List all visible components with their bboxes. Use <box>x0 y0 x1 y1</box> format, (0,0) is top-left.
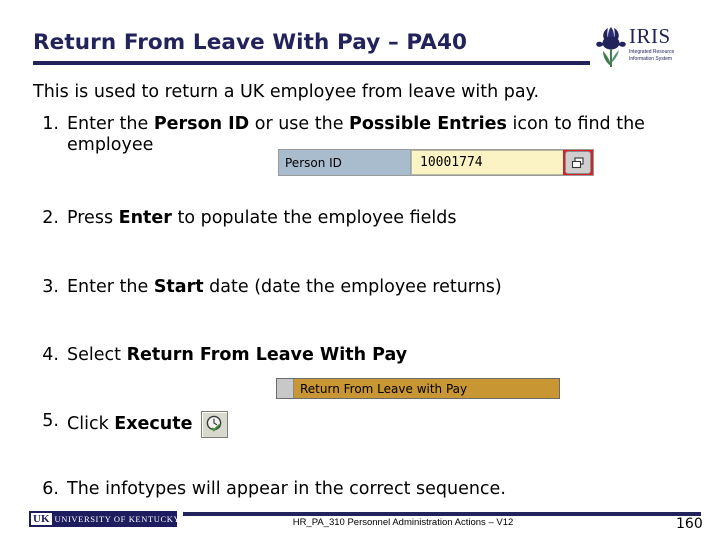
step-text: Enter the Start date (date the employee … <box>67 277 502 297</box>
person-id-label: Person ID <box>279 150 411 175</box>
step-number: 5. <box>42 411 59 431</box>
possible-entries-button[interactable] <box>563 150 593 175</box>
step-item-3: 3. Enter the Start date (date the employ… <box>33 277 653 298</box>
clock-check-execute-icon <box>207 415 222 432</box>
step-number: 3. <box>42 277 59 297</box>
intro-text: This is used to return a UK employee fro… <box>33 82 540 102</box>
iris-tagline-line1: Integrated Resource <box>629 49 675 55</box>
uk-wordmark: UNIVERSITY OF KENTUCKY <box>54 514 178 524</box>
person-id-input[interactable]: 10001774 <box>411 150 563 175</box>
execute-button[interactable] <box>201 411 229 438</box>
step-item-2: 2. Press Enter to populate the employee … <box>33 208 653 229</box>
university-of-kentucky-logo: UK UNIVERSITY OF KENTUCKY <box>29 511 177 527</box>
step-text: The infotypes will appear in the correct… <box>67 479 506 499</box>
step-text: Select Return From Leave With Pay <box>67 345 408 365</box>
step-number: 6. <box>42 479 59 499</box>
iris-flower-icon <box>596 27 626 67</box>
step-text: Click Execute <box>67 414 193 434</box>
step-text-with-icon: Click Execute <box>67 411 653 438</box>
page-title: Return From Leave With Pay – PA40 <box>33 30 468 55</box>
step-item-5: 5. Click Execute <box>33 411 653 438</box>
row-selector-cell[interactable] <box>277 379 294 398</box>
footer-course-title: HR_PA_310 Personnel Administration Actio… <box>292 517 514 528</box>
step-number: 1. <box>42 114 59 134</box>
iris-logo: IRIS Integrated Resource Information Sys… <box>592 22 684 70</box>
iris-tagline-line2: Information System <box>629 56 672 62</box>
person-id-field-screenshot: Person ID 10001774 <box>278 149 594 176</box>
step-item-6: 6. The infotypes will appear in the corr… <box>33 479 673 500</box>
footer-divider <box>183 512 701 516</box>
step-text: Press Enter to populate the employee fie… <box>67 208 457 228</box>
step-number: 2. <box>42 208 59 228</box>
svg-text:IRIS: IRIS <box>629 24 671 48</box>
possible-entries-icon <box>565 151 591 174</box>
action-row-label: Return From Leave with Pay <box>300 381 468 396</box>
step-number: 4. <box>42 345 59 365</box>
step-item-4: 4. Select Return From Leave With Pay <box>33 345 653 366</box>
page-number: 160 <box>676 516 703 532</box>
action-list-row[interactable]: Return From Leave with Pay <box>276 378 560 399</box>
uk-monogram: UK <box>31 513 52 525</box>
title-divider <box>33 61 590 65</box>
slide: Return From Leave With Pay – PA40 IRIS I… <box>0 0 720 540</box>
